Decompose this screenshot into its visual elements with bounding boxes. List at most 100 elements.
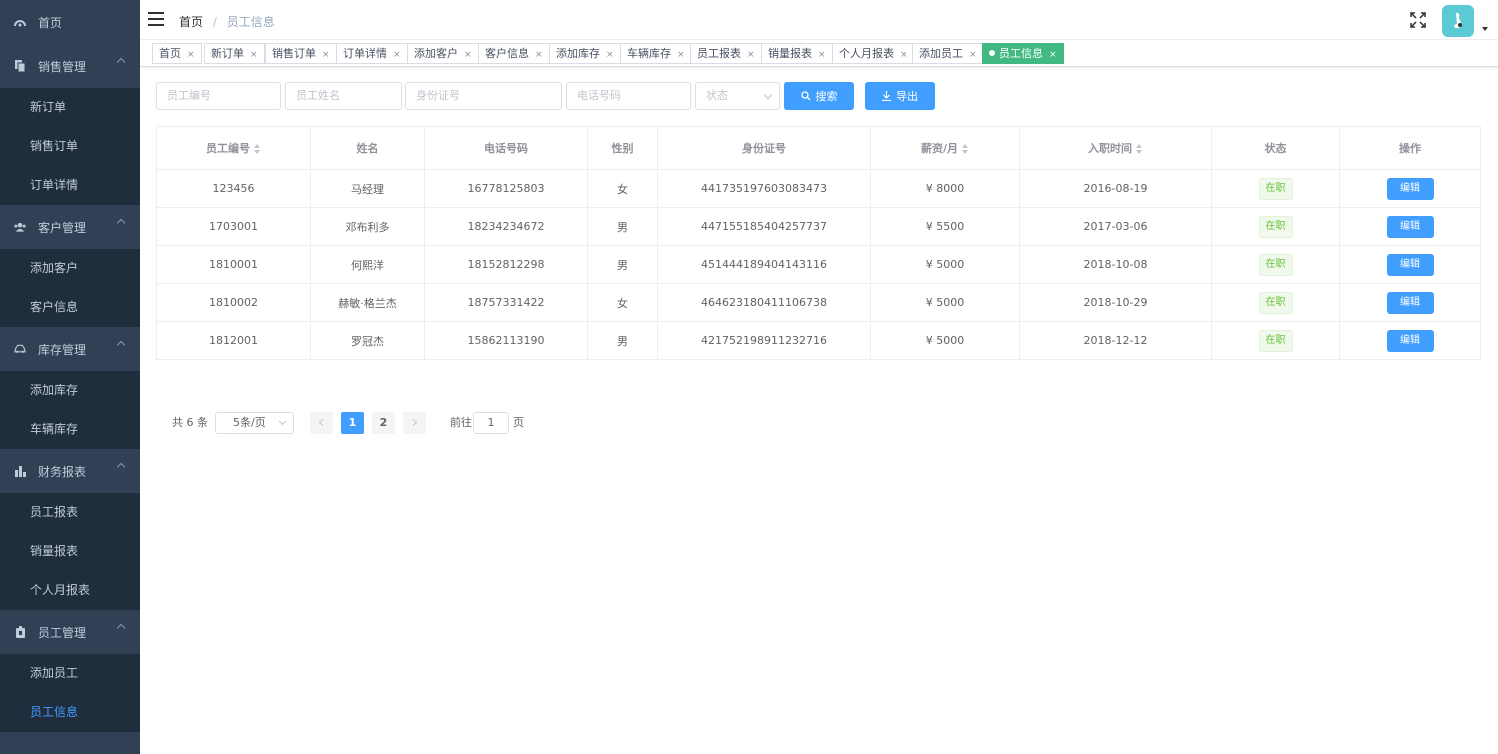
chevron-up-icon — [116, 340, 126, 350]
tag-vehicle-stock[interactable]: 车辆库存 × — [620, 43, 692, 64]
next-page-button[interactable] — [403, 412, 426, 434]
sidebar-group-inventory[interactable]: 库存管理 — [0, 327, 140, 371]
close-icon[interactable]: × — [1049, 50, 1057, 60]
tag-order-detail[interactable]: 订单详情 × — [336, 43, 408, 64]
id-number-input[interactable]: 身份证号 — [405, 82, 562, 110]
sidebar-group-label: 库存管理 — [38, 342, 87, 357]
close-icon[interactable]: × — [322, 50, 330, 60]
sidebar-group-label: 员工管理 — [38, 625, 87, 640]
page-button-1[interactable]: 1 — [341, 412, 364, 434]
edit-button[interactable]: 编辑 — [1386, 329, 1434, 352]
export-button[interactable]: 导出 — [865, 82, 935, 110]
goto-page-input[interactable]: 1 — [473, 412, 509, 434]
sidebar-item-monthly-report[interactable]: 个人月报表 — [0, 571, 140, 610]
edit-button[interactable]: 编辑 — [1386, 215, 1434, 238]
tag-label: 添加库存 — [556, 47, 600, 60]
sidebar-item-sales-report[interactable]: 销量报表 — [0, 532, 140, 571]
close-icon[interactable]: × — [464, 50, 472, 60]
tag-employee-info[interactable]: 员工信息 × — [982, 43, 1064, 64]
sidebar-item-employee-info[interactable]: 员工信息 — [0, 693, 140, 732]
active-dot-icon — [989, 50, 995, 56]
col-employee-no[interactable]: 员工编号 — [156, 126, 311, 170]
close-icon[interactable]: × — [677, 50, 685, 60]
sort-icon[interactable] — [254, 144, 261, 154]
tag-customer-info[interactable]: 客户信息 × — [478, 43, 550, 64]
sidebar-group-employees[interactable]: 员工管理 — [0, 610, 140, 654]
tag-employee-report[interactable]: 员工报表 × — [690, 43, 762, 64]
fullscreen-icon[interactable] — [1410, 12, 1426, 28]
bar-chart-icon — [14, 465, 26, 477]
close-icon[interactable]: × — [187, 50, 195, 60]
cell-gender: 男 — [587, 245, 658, 284]
car-icon — [14, 343, 26, 355]
hamburger-icon[interactable] — [148, 12, 164, 26]
sidebar-group-sales[interactable]: 销售管理 — [0, 44, 140, 88]
breadcrumb: 首页 / 员工信息 — [179, 13, 275, 30]
avatar[interactable] — [1442, 5, 1474, 37]
edit-button[interactable]: 编辑 — [1386, 177, 1434, 200]
cell-salary: ¥ 5000 — [870, 283, 1020, 322]
tag-label: 订单详情 — [343, 47, 387, 60]
sidebar-item-sales-orders[interactable]: 销售订单 — [0, 127, 140, 166]
badge-icon — [14, 626, 26, 638]
sidebar-group-customers[interactable]: 客户管理 — [0, 205, 140, 249]
col-salary[interactable]: 薪资/月 — [870, 126, 1020, 170]
tag-add-stock[interactable]: 添加库存 × — [549, 43, 621, 64]
close-icon[interactable]: × — [535, 50, 543, 60]
sidebar-item-customer-info[interactable]: 客户信息 — [0, 288, 140, 327]
cell-gender: 女 — [587, 169, 658, 208]
cell-status: 在职 — [1211, 321, 1340, 360]
cell-hire-date: 2018-12-12 — [1019, 321, 1212, 360]
close-icon[interactable]: × — [818, 50, 826, 60]
sidebar-item-employee-report[interactable]: 员工报表 — [0, 493, 140, 532]
sidebar-item-home[interactable]: 首页 — [0, 0, 140, 44]
sort-icon[interactable] — [1136, 144, 1143, 154]
sidebar-item-add-customer[interactable]: 添加客户 — [0, 249, 140, 288]
edit-button[interactable]: 编辑 — [1386, 291, 1434, 314]
header-label: 电话号码 — [484, 142, 528, 155]
sidebar-item-order-detail[interactable]: 订单详情 — [0, 166, 140, 205]
cell-actions: 编辑 — [1339, 207, 1481, 246]
employee-name-input[interactable]: 员工姓名 — [285, 82, 402, 110]
cell-phone: 18152812298 — [424, 245, 588, 284]
tag-home[interactable]: 首页 × — [152, 43, 202, 64]
prev-page-button[interactable] — [310, 412, 333, 434]
breadcrumb-home[interactable]: 首页 — [179, 15, 203, 29]
tag-label: 车辆库存 — [627, 47, 671, 60]
sidebar-item-add-stock[interactable]: 添加库存 — [0, 371, 140, 410]
employee-table: 员工编号 姓名 电话号码 性别 身份证号 薪资/月 入职时间 状态 操作 123… — [156, 126, 1481, 360]
cell-phone: 18234234672 — [424, 207, 588, 246]
search-button[interactable]: 搜索 — [784, 82, 854, 110]
close-icon[interactable]: × — [393, 50, 401, 60]
tag-sales-report[interactable]: 销量报表 × — [761, 43, 833, 64]
cell-name: 赫敏·格兰杰 — [310, 283, 425, 322]
cell-status: 在职 — [1211, 207, 1340, 246]
tag-monthly-report[interactable]: 个人月报表 × — [832, 43, 915, 64]
goto-label: 前往 — [450, 416, 472, 429]
sidebar: 首页 销售管理 新订单 销售订单 订单详情 客户管理 添加客户 客户信息 库存管… — [0, 0, 140, 754]
status-select[interactable]: 状态 — [695, 82, 780, 110]
phone-input[interactable]: 电话号码 — [566, 82, 691, 110]
sidebar-item-add-employee[interactable]: 添加员工 — [0, 654, 140, 693]
close-icon[interactable]: × — [747, 50, 755, 60]
tag-new-order[interactable]: 新订单 × — [204, 43, 265, 64]
close-icon[interactable]: × — [606, 50, 614, 60]
tag-sales-orders[interactable]: 销售订单 × — [265, 43, 337, 64]
caret-down-icon[interactable] — [1482, 27, 1488, 31]
sidebar-item-new-order[interactable]: 新订单 — [0, 88, 140, 127]
sidebar-item-vehicle-stock[interactable]: 车辆库存 — [0, 410, 140, 449]
edit-button[interactable]: 编辑 — [1386, 253, 1434, 276]
tag-add-customer[interactable]: 添加客户 × — [407, 43, 479, 64]
tag-add-employee[interactable]: 添加员工 × — [912, 43, 984, 64]
close-icon[interactable]: × — [969, 50, 977, 60]
close-icon[interactable]: × — [900, 50, 908, 60]
employee-no-input[interactable]: 员工编号 — [156, 82, 281, 110]
page-size-select[interactable]: 5条/页 — [215, 412, 294, 434]
sidebar-group-finance[interactable]: 财务报表 — [0, 449, 140, 493]
sort-icon[interactable] — [962, 144, 969, 154]
col-hire-date[interactable]: 入职时间 — [1019, 126, 1212, 170]
chevron-up-icon — [116, 57, 126, 67]
page-button-2[interactable]: 2 — [372, 412, 395, 434]
col-gender: 性别 — [587, 126, 658, 170]
close-icon[interactable]: × — [250, 50, 258, 60]
